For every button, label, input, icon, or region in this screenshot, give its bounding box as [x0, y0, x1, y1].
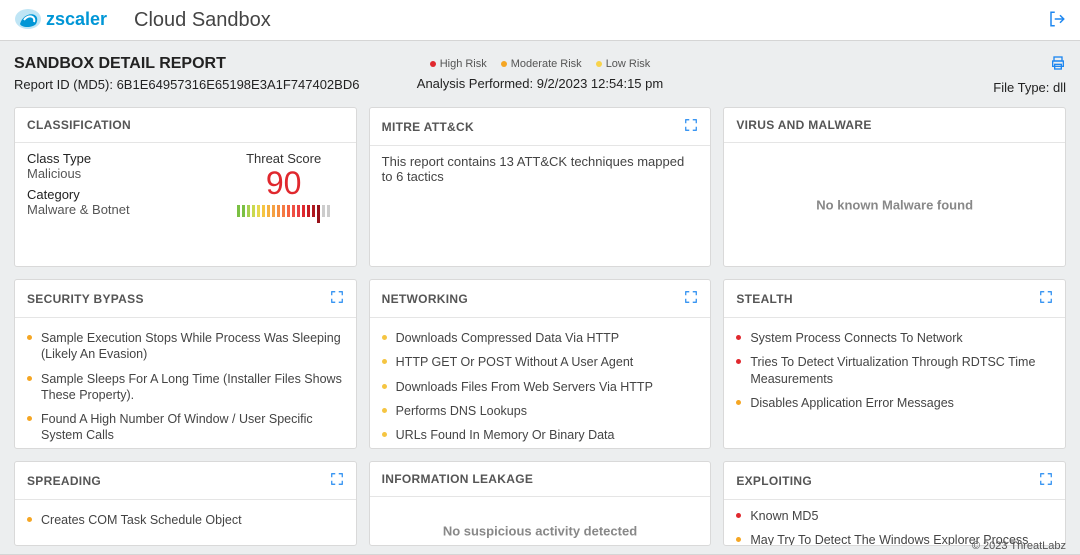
list-item: Sample Sleeps For A Long Time (Installer… [27, 367, 344, 408]
threat-score-label: Threat Score [224, 151, 344, 166]
info-leak-message: No suspicious activity detected [370, 523, 711, 538]
report-title: SANDBOX DETAIL REPORT [14, 55, 365, 73]
card-spreading: SPREADING Creates COM Task Schedule Obje… [14, 461, 357, 546]
card-title: VIRUS AND MALWARE [736, 118, 871, 132]
list-item: Downloads Files From Web Servers Via HTT… [382, 375, 699, 399]
card-networking: NETWORKING Downloads Compressed Data Via… [369, 279, 712, 449]
stealth-list: System Process Connects To Network Tries… [736, 326, 1053, 415]
list-item: URLs Found In Memory Or Binary Data [382, 423, 699, 447]
category-label: Category [27, 187, 214, 202]
list-item: Tries To Detect Virtualization Through R… [736, 350, 1053, 391]
card-title: EXPLOITING [736, 474, 812, 488]
risk-legend: High Risk Moderate Risk Low Risk [430, 58, 651, 70]
expand-icon[interactable] [330, 472, 344, 489]
card-security-bypass: SECURITY BYPASS Sample Execution Stops W… [14, 279, 357, 449]
list-item: Downloads Compressed Data Via HTTP [382, 326, 699, 350]
logout-icon[interactable] [1048, 10, 1066, 31]
expand-icon[interactable] [684, 118, 698, 135]
networking-list: Downloads Compressed Data Via HTTP HTTP … [382, 326, 699, 448]
card-title: SECURITY BYPASS [27, 292, 144, 306]
expand-icon[interactable] [1039, 290, 1053, 307]
list-item: Found A High Number Of Window / User Spe… [27, 407, 344, 448]
card-virus: VIRUS AND MALWARE No known Malware found [723, 107, 1066, 267]
svg-text:zscaler: zscaler [46, 9, 107, 29]
card-title: NETWORKING [382, 292, 468, 306]
list-item: Disables Application Error Messages [736, 391, 1053, 415]
card-title: STEALTH [736, 292, 793, 306]
list-item: Uses HTTPS [382, 447, 699, 448]
product-title: Cloud Sandbox [134, 9, 271, 32]
card-exploiting: EXPLOITING Known MD5 May Try To Detect T… [723, 461, 1066, 546]
list-item: Performs DNS Lookups [382, 399, 699, 423]
card-stealth: STEALTH System Process Connects To Netwo… [723, 279, 1066, 449]
analysis-performed: Analysis Performed: 9/2/2023 12:54:15 pm [365, 76, 716, 91]
expand-icon[interactable] [330, 290, 344, 307]
list-item: Creates COM Task Schedule Object [27, 508, 344, 532]
mitre-summary: This report contains 13 ATT&CK technique… [382, 154, 699, 184]
list-item: System Process Connects To Network [736, 326, 1053, 350]
virus-message: No known Malware found [724, 197, 1065, 212]
card-title: CLASSIFICATION [27, 118, 131, 132]
zscaler-logo-icon: zscaler [14, 6, 124, 35]
spreading-list: Creates COM Task Schedule Object [27, 508, 344, 532]
exploiting-list: Known MD5 May Try To Detect The Windows … [736, 504, 1053, 545]
expand-icon[interactable] [684, 290, 698, 307]
security-bypass-list: Sample Execution Stops While Process Was… [27, 326, 344, 448]
list-item: HTTP GET Or POST Without A User Agent [382, 350, 699, 374]
list-item: Contains Long Sleeps [27, 448, 344, 449]
list-item: Sample Execution Stops While Process Was… [27, 326, 344, 367]
card-mitre: MITRE ATT&CK This report contains 13 ATT… [369, 107, 712, 267]
card-title: INFORMATION LEAKAGE [382, 472, 533, 486]
footer-copyright: © 2023 ThreatLabz [972, 540, 1066, 552]
card-title: SPREADING [27, 474, 101, 488]
print-icon[interactable] [1050, 55, 1066, 74]
card-title: MITRE ATT&CK [382, 120, 474, 134]
class-type-label: Class Type [27, 151, 214, 166]
category-value: Malware & Botnet [27, 202, 214, 217]
threat-score-value: 90 [224, 166, 344, 201]
threat-gauge-icon [224, 205, 344, 223]
list-item: Known MD5 [736, 504, 1053, 528]
card-classification: CLASSIFICATION Class Type Malicious Cate… [14, 107, 357, 267]
class-type-value: Malicious [27, 166, 214, 181]
report-id: Report ID (MD5): 6B1E64957316E65198E3A1F… [14, 77, 365, 92]
card-info-leak: INFORMATION LEAKAGE No suspicious activi… [369, 461, 712, 546]
file-type: File Type: dll [993, 80, 1066, 95]
expand-icon[interactable] [1039, 472, 1053, 489]
